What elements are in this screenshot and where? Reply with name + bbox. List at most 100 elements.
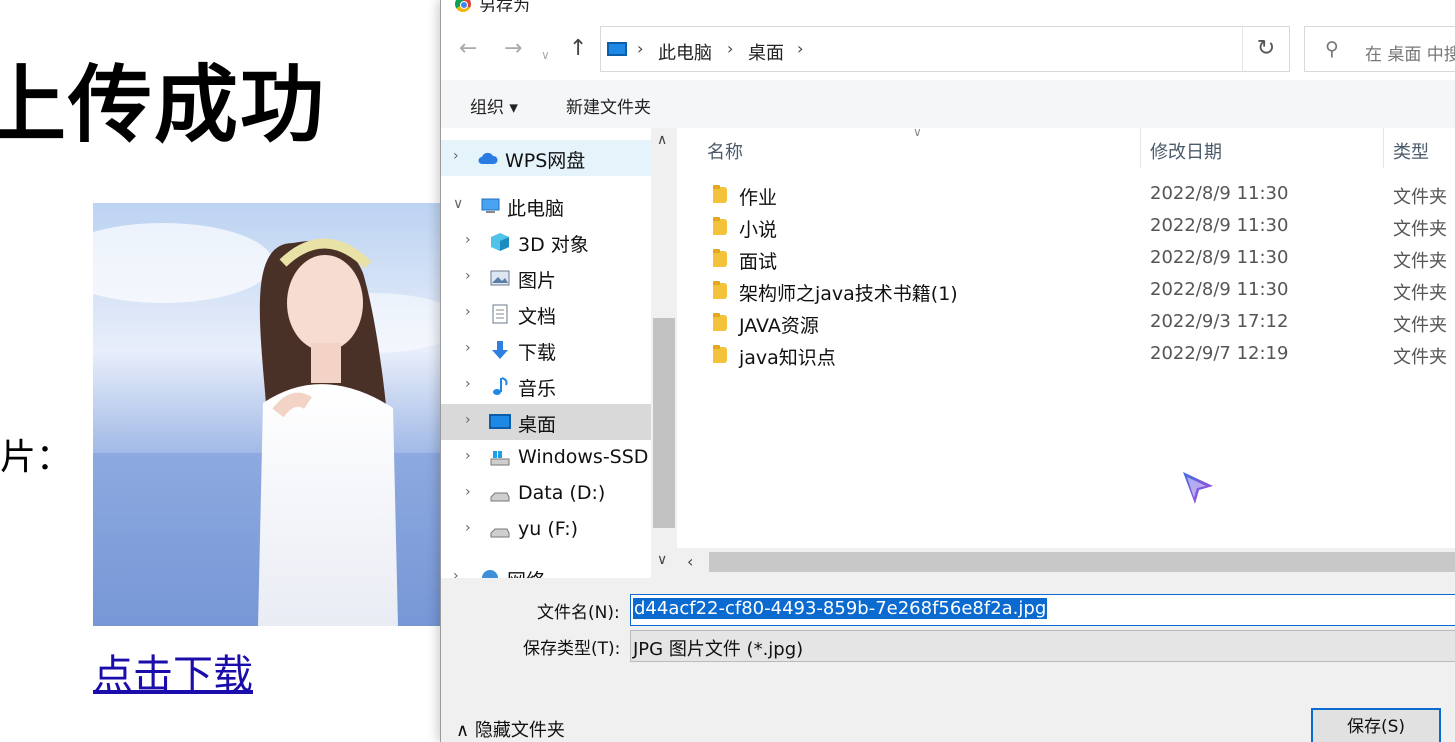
file-date: 2022/8/9 11:30	[1150, 183, 1289, 204]
tree-item-documents[interactable]: › 文档	[441, 296, 651, 332]
file-row[interactable]: 小说 2022/8/9 11:30 文件夹	[677, 211, 1455, 243]
chevron-right-icon[interactable]: ›	[465, 340, 471, 356]
tree-label: 音乐	[518, 378, 557, 400]
search-icon: ⚲	[1325, 38, 1339, 60]
new-folder-button[interactable]: 新建文件夹	[566, 93, 651, 118]
cursor-icon	[1183, 472, 1213, 504]
file-row[interactable]: java知识点 2022/9/7 12:19 文件夹	[677, 339, 1455, 371]
chevron-down-icon[interactable]: ∨	[541, 43, 550, 67]
file-date: 2022/8/9 11:30	[1150, 247, 1289, 268]
file-date: 2022/8/9 11:30	[1150, 215, 1289, 236]
scroll-left-icon[interactable]: ‹	[687, 552, 693, 571]
file-row[interactable]: 作业 2022/8/9 11:30 文件夹	[677, 179, 1455, 211]
search-input[interactable]: ⚲ 在 桌面 中搜索	[1304, 26, 1455, 72]
folder-icon	[713, 185, 727, 203]
file-row[interactable]: 面试 2022/8/9 11:30 文件夹	[677, 243, 1455, 275]
tree-item-3d-objects[interactable]: › 3D 对象	[441, 224, 651, 260]
filename-value[interactable]: d44acf22-cf80-4493-859b-7e268f56e8f2a.jp…	[633, 598, 1048, 619]
download-icon	[492, 341, 508, 359]
tree-item-windows-ssd[interactable]: › Windows-SSD	[441, 440, 651, 476]
filename-input[interactable]: d44acf22-cf80-4493-859b-7e268f56e8f2a.jp…	[630, 594, 1455, 626]
drive-icon	[490, 451, 510, 466]
tree-label: 此电脑	[507, 198, 565, 220]
tree-item-data-d[interactable]: › Data (D:)	[441, 476, 651, 512]
tree-item-downloads[interactable]: › 下载	[441, 332, 651, 368]
tree-item-yu-f[interactable]: › yu (F:)	[441, 512, 651, 548]
chevron-right-icon[interactable]: ›	[465, 232, 471, 248]
file-type: 文件夹	[1393, 347, 1447, 368]
chevron-right-icon[interactable]: ›	[465, 376, 471, 392]
tree-item-desktop[interactable]: › 桌面	[441, 404, 651, 440]
save-button[interactable]: 保存(S)	[1311, 708, 1441, 742]
tree-label: 文档	[518, 306, 557, 328]
file-row[interactable]: 架构师之java技术书籍(1) 2022/8/9 11:30 文件夹	[677, 275, 1455, 307]
scrollbar-thumb[interactable]	[653, 318, 675, 528]
dialog-toolbar: 组织 ▾ 新建文件夹	[441, 80, 1455, 128]
file-row[interactable]: JAVA资源 2022/9/3 17:12 文件夹	[677, 307, 1455, 339]
scrollbar-thumb[interactable]	[709, 552, 1455, 572]
file-name: java知识点	[739, 347, 836, 369]
hide-folders-toggle[interactable]: ∧ 隐藏文件夹	[456, 716, 565, 742]
tree-item-pictures[interactable]: › 图片	[441, 260, 651, 296]
chevron-right-icon[interactable]: ›	[465, 448, 471, 464]
refresh-button[interactable]: ↻	[1242, 26, 1290, 72]
chevron-right-icon[interactable]: ›	[727, 39, 733, 58]
file-list: ∨ 名称 修改日期 类型 作业 2022/8/9 11:30 文件夹 小说 20…	[677, 125, 1455, 548]
chevron-right-icon[interactable]: ›	[465, 520, 471, 536]
chevron-right-icon[interactable]: ›	[453, 148, 459, 164]
back-arrow-icon[interactable]: ←	[459, 37, 477, 61]
tree-label: 3D 对象	[518, 234, 589, 256]
chevron-right-icon[interactable]: ›	[637, 39, 643, 58]
folder-icon	[713, 249, 727, 267]
column-divider[interactable]	[1383, 128, 1384, 168]
breadcrumb-this-pc[interactable]: 此电脑	[658, 39, 712, 65]
column-header-name[interactable]: 名称	[707, 138, 743, 164]
tree-item-music[interactable]: › 音乐	[441, 368, 651, 404]
file-name: 架构师之java技术书籍(1)	[739, 283, 958, 305]
chevron-right-icon[interactable]: ›	[797, 39, 803, 58]
scroll-up-icon[interactable]: ∧	[657, 132, 667, 148]
chevron-right-icon[interactable]: ›	[465, 304, 471, 320]
chevron-right-icon[interactable]: ›	[465, 484, 471, 500]
file-date: 2022/8/9 11:30	[1150, 279, 1289, 300]
forward-arrow-icon[interactable]: →	[504, 37, 522, 61]
music-icon	[493, 377, 508, 395]
horizontal-scrollbar[interactable]: ‹	[677, 548, 1455, 576]
uploaded-photo	[93, 203, 441, 626]
sort-indicator-icon: ∨	[913, 125, 922, 139]
tree-label: 网络	[507, 566, 545, 578]
document-icon	[492, 304, 508, 324]
address-bar[interactable]: › 此电脑 › 桌面 › ∨	[600, 26, 1290, 72]
breadcrumb-desktop[interactable]: 桌面	[748, 39, 784, 65]
filetype-select[interactable]: JPG 图片文件 (*.jpg)	[630, 630, 1455, 662]
chevron-right-icon[interactable]: ›	[465, 268, 471, 284]
tree-item-network[interactable]: › 网络	[441, 560, 651, 578]
tree-scrollbar[interactable]: ∧ ∨	[651, 128, 677, 578]
folder-icon	[713, 217, 727, 235]
column-header-modified[interactable]: 修改日期	[1150, 138, 1222, 164]
tree-label: WPS网盘	[505, 150, 586, 172]
tree-label: 下载	[518, 342, 557, 364]
folder-icon	[713, 313, 727, 331]
chevron-right-icon[interactable]: ›	[465, 412, 471, 428]
download-link[interactable]: 点击下载	[93, 642, 253, 700]
tree-label: Windows-SSD	[518, 446, 649, 468]
dialog-titlebar[interactable]: 另存为	[441, 0, 1455, 17]
scroll-down-icon[interactable]: ∨	[657, 552, 667, 568]
cube-icon	[491, 233, 509, 251]
computer-icon	[481, 198, 500, 213]
chevron-right-icon[interactable]: ›	[453, 568, 459, 578]
up-arrow-icon[interactable]: ↑	[569, 37, 587, 61]
column-divider[interactable]	[1140, 128, 1141, 168]
file-type: 文件夹	[1393, 187, 1447, 208]
tree-item-this-pc[interactable]: ∨ 此电脑	[441, 188, 651, 224]
hide-folders-label: 隐藏文件夹	[474, 720, 565, 741]
column-header-type[interactable]: 类型	[1393, 138, 1429, 164]
file-type: 文件夹	[1393, 251, 1447, 272]
chevron-down-icon[interactable]: ∨	[453, 196, 463, 212]
tree-label: yu (F:)	[518, 518, 579, 540]
organize-button[interactable]: 组织 ▾	[470, 93, 518, 118]
file-date: 2022/9/7 12:19	[1150, 343, 1289, 364]
network-icon	[482, 570, 498, 578]
tree-item-wps[interactable]: › WPS网盘	[441, 140, 651, 176]
